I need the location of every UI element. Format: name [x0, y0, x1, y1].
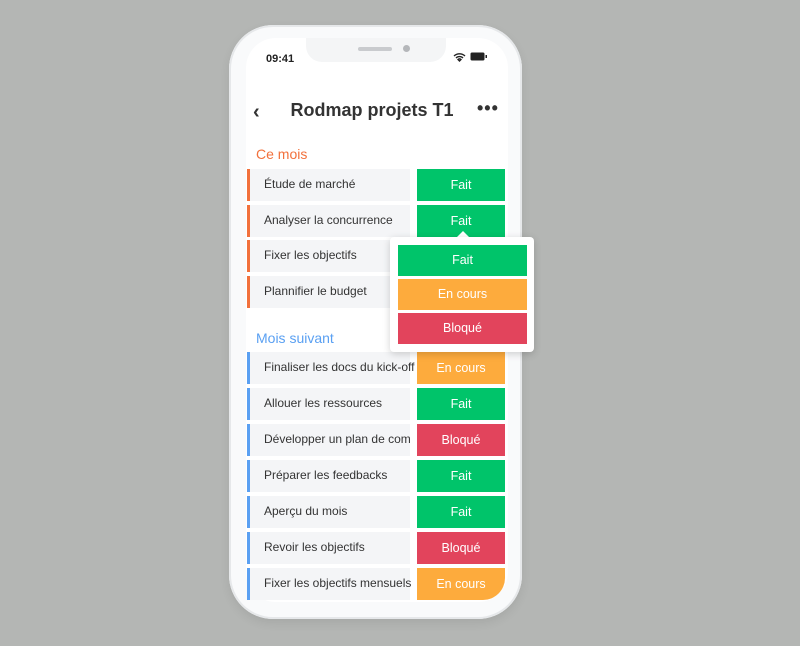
status-cell[interactable]: Bloqué [417, 532, 505, 564]
section-color-bar [247, 496, 250, 528]
back-button[interactable]: ‹ [253, 101, 260, 124]
status-cell[interactable]: Fait [417, 388, 505, 420]
option-fait[interactable]: Fait [398, 245, 527, 276]
option-en-cours[interactable]: En cours [398, 279, 527, 310]
section-color-bar [247, 424, 250, 456]
camera [403, 45, 410, 52]
section-color-bar [247, 532, 250, 564]
task-row[interactable]: Préparer les feedbacks Fait [247, 460, 505, 492]
speaker [358, 47, 392, 51]
task-label: Préparer les feedbacks [247, 460, 410, 492]
task-row[interactable]: Allouer les ressources Fait [247, 388, 505, 420]
status-cell[interactable]: Fait [417, 496, 505, 528]
task-label: Revoir les objectifs [247, 532, 410, 564]
task-row[interactable]: Fixer les objectifs mensuels En cours [247, 568, 505, 600]
task-label: Étude de marché [247, 169, 410, 201]
section-color-bar [247, 276, 250, 308]
section-color-bar [247, 568, 250, 600]
task-row[interactable]: Étude de marché Fait [247, 169, 505, 201]
section-color-bar [247, 352, 250, 384]
status-cell[interactable]: Fait [417, 460, 505, 492]
task-row[interactable]: Finaliser les docs du kick-off En cours [247, 352, 505, 384]
status-cell[interactable]: En cours [417, 568, 505, 600]
task-label: Allouer les ressources [247, 388, 410, 420]
more-options-icon[interactable]: ••• [477, 98, 499, 119]
task-label: Fixer les objectifs mensuels [247, 568, 411, 600]
section-color-bar [247, 460, 250, 492]
status-dropdown: Fait En cours Bloqué [390, 237, 534, 352]
task-label: Finaliser les docs du kick-off [247, 352, 415, 384]
section-color-bar [247, 388, 250, 420]
task-label: Développer un plan de com [247, 424, 411, 456]
wifi-icon [453, 53, 466, 62]
status-cell[interactable]: En cours [417, 352, 505, 384]
task-row[interactable]: Aperçu du mois Fait [247, 496, 505, 528]
battery-icon [470, 52, 487, 61]
status-time: 09:41 [266, 53, 295, 65]
task-label: Fixer les objectifs [247, 240, 410, 272]
status-cell[interactable]: Fait [417, 169, 505, 201]
section-title: Mois suivant [256, 330, 334, 346]
section-color-bar [247, 205, 250, 237]
section-color-bar [247, 169, 250, 201]
task-label: Analyser la concurrence [247, 205, 410, 237]
task-label: Plannifier le budget [247, 276, 410, 308]
task-row[interactable]: Revoir les objectifs Bloqué [247, 532, 505, 564]
option-bloque[interactable]: Bloqué [398, 313, 527, 344]
task-label: Aperçu du mois [247, 496, 410, 528]
section-color-bar [247, 240, 250, 272]
section-title: Ce mois [256, 146, 308, 162]
task-row[interactable]: Développer un plan de com Bloqué [247, 424, 505, 456]
status-cell[interactable]: Bloqué [417, 424, 505, 456]
page-title: Rodmap projets T1 [290, 100, 454, 120]
